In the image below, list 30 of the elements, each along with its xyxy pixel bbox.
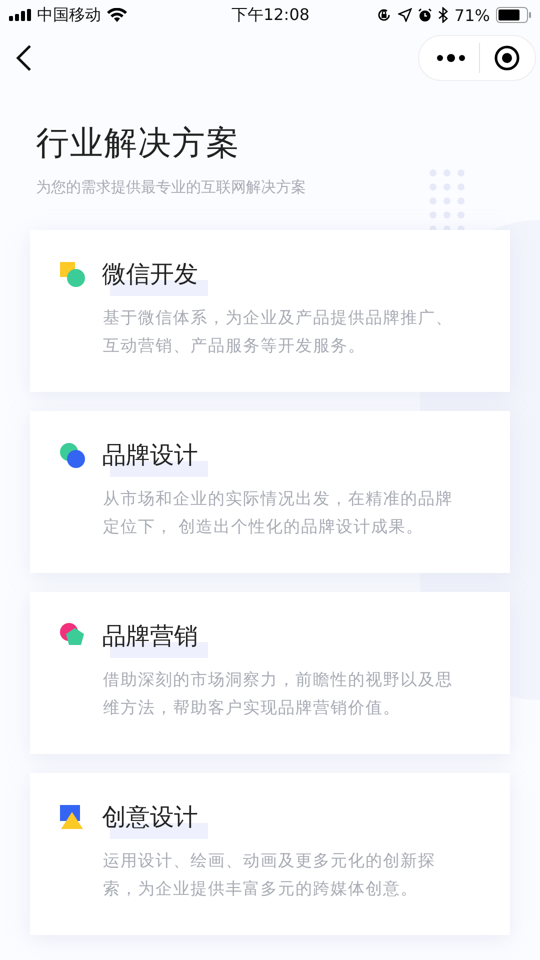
service-description: 运用设计、绘画、动画及更多元化的创新探索，为企业提供丰富多元的跨媒体创意。	[103, 850, 436, 900]
shapes-icon	[58, 803, 86, 831]
shapes-icon	[58, 260, 86, 288]
clock-time: 下午12:08	[231, 4, 310, 26]
more-icon[interactable]	[437, 53, 465, 63]
service-card[interactable]: 品牌设计 从市场和企业的实际情况出发，在精准的品牌定位下， 创造出个性化的品牌设计成果。	[30, 411, 510, 573]
wifi-icon	[107, 8, 127, 22]
page-title: 行业解决方案	[36, 122, 241, 164]
location-arrow-icon	[398, 8, 412, 22]
service-title: 品牌设计	[102, 441, 198, 469]
service-card[interactable]: 创意设计 运用设计、绘画、动画及更多元化的创新探索，为企业提供丰富多元的跨媒体创意。	[30, 773, 510, 935]
alarm-clock-icon	[418, 8, 432, 22]
close-target-icon[interactable]	[494, 45, 520, 71]
carrier-name: 中国移动	[37, 4, 101, 26]
service-title: 微信开发	[102, 260, 198, 288]
rotation-lock-icon	[376, 7, 392, 23]
service-title: 创意设计	[102, 803, 198, 831]
battery-icon	[496, 7, 532, 23]
service-description: 借助深刻的市场洞察力，前瞻性的视野以及思维方法，帮助客户实现品牌营销价值。	[103, 669, 454, 719]
battery-percent: 71%	[454, 6, 490, 24]
service-description: 从市场和企业的实际情况出发，在精准的品牌定位下， 创造出个性化的品牌设计成果。	[103, 488, 454, 538]
signal-icon	[9, 9, 31, 21]
service-description: 基于微信体系，为企业及产品提供品牌推广、互动营销、产品服务等开发服务。	[103, 307, 454, 357]
back-icon[interactable]	[16, 44, 32, 72]
service-card[interactable]: 微信开发 基于微信体系，为企业及产品提供品牌推广、互动营销、产品服务等开发服务。	[30, 230, 510, 392]
page-subtitle: 为您的需求提供最专业的互联网解决方案	[36, 178, 307, 197]
service-title: 品牌营销	[102, 622, 198, 650]
shapes-icon	[58, 441, 86, 469]
service-card[interactable]: 品牌营销 借助深刻的市场洞察力，前瞻性的视野以及思维方法，帮助客户实现品牌营销价值。	[30, 592, 510, 754]
bluetooth-icon	[438, 7, 448, 23]
